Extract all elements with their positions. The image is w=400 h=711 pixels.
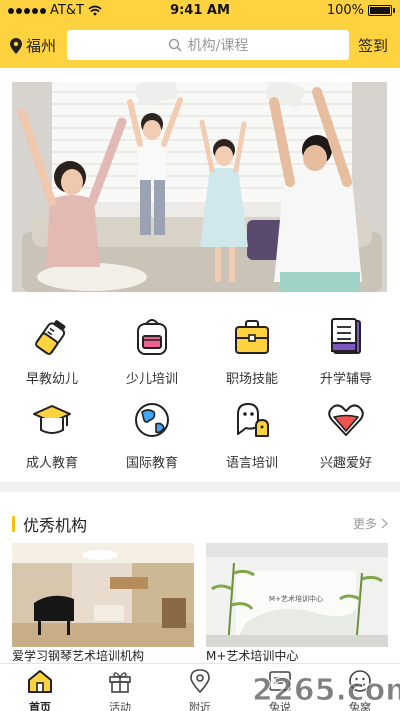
family-photo bbox=[12, 82, 387, 292]
section-divider bbox=[0, 482, 400, 492]
section-title-text: 优秀机构 bbox=[23, 516, 88, 535]
category-international-education[interactable]: 国际教育 bbox=[102, 400, 202, 471]
category-label: 国际教育 bbox=[125, 456, 178, 471]
tab-label: 附近 bbox=[189, 701, 211, 711]
city-label: 福州 bbox=[26, 37, 57, 55]
more-link[interactable]: 更多 bbox=[353, 515, 388, 532]
tab-label: 活动 bbox=[109, 701, 131, 711]
site-watermark: 2265.com bbox=[252, 673, 400, 709]
battery-percent: 100% bbox=[326, 3, 364, 18]
category-label: 早教幼儿 bbox=[25, 372, 78, 387]
location-pin-icon bbox=[10, 37, 22, 54]
tab-nearby[interactable]: 附近 bbox=[160, 668, 240, 711]
battery-icon bbox=[368, 5, 395, 16]
section-title: 优秀机构 bbox=[12, 512, 87, 536]
heart-icon bbox=[328, 404, 364, 436]
baby-bottle-icon bbox=[35, 320, 66, 355]
category-label: 职场技能 bbox=[225, 372, 278, 387]
category-language-training[interactable]: 语言培训 bbox=[202, 400, 302, 471]
institution-card[interactable]: M+艺术培训中心 M+艺术培训中心 bbox=[206, 543, 388, 663]
tab-activities[interactable]: 活动 bbox=[80, 668, 160, 711]
city-selector[interactable]: 福州 bbox=[10, 35, 56, 56]
category-label: 升学辅导 bbox=[319, 372, 372, 387]
category-adult-education[interactable]: 成人教育 bbox=[2, 400, 102, 471]
backpack-icon bbox=[137, 319, 167, 355]
category-label: 兴趣爱好 bbox=[319, 456, 372, 471]
category-exam-tutoring[interactable]: 升学辅导 bbox=[296, 316, 396, 387]
category-kids-training[interactable]: 少儿培训 bbox=[102, 316, 202, 387]
top-bar: AT&T 9:41 AM 100% 福州 机构/课程 签到 bbox=[0, 0, 400, 68]
briefcase-icon bbox=[235, 320, 269, 354]
chevron-right-icon bbox=[381, 518, 388, 529]
art-center-photo: M+艺术培训中心 bbox=[206, 543, 388, 648]
category-label: 语言培训 bbox=[225, 456, 278, 471]
more-label: 更多 bbox=[352, 517, 377, 531]
book-icon bbox=[331, 318, 361, 354]
search-placeholder: 机构/课程 bbox=[187, 38, 249, 54]
globe-icon bbox=[135, 403, 169, 437]
tab-label: 首页 bbox=[29, 701, 51, 711]
banner-image[interactable] bbox=[12, 82, 387, 292]
tab-home[interactable]: 首页 bbox=[0, 668, 80, 711]
category-career-skills[interactable]: 职场技能 bbox=[202, 316, 302, 387]
home-icon bbox=[28, 670, 52, 693]
category-early-education[interactable]: 早教幼儿 bbox=[2, 316, 102, 387]
category-hobbies[interactable]: 兴趣爱好 bbox=[296, 400, 396, 471]
app-header: 福州 机构/课程 签到 bbox=[0, 28, 400, 62]
graduation-cap-icon bbox=[33, 405, 71, 434]
institution-name: 爱学习钢琴艺术培训机构 bbox=[12, 649, 145, 663]
location-icon bbox=[190, 669, 210, 694]
status-bar: AT&T 9:41 AM 100% bbox=[0, 0, 400, 22]
gift-icon bbox=[109, 672, 131, 693]
piano-studio-photo bbox=[12, 543, 194, 647]
watermark-text: 2265.com bbox=[252, 673, 400, 708]
search-input[interactable]: 机构/课程 bbox=[67, 30, 349, 60]
category-label: 成人教育 bbox=[25, 456, 78, 471]
category-label: 少儿培训 bbox=[125, 372, 178, 387]
search-icon bbox=[168, 38, 182, 52]
institution-card[interactable]: 爱学习钢琴艺术培训机构 bbox=[12, 543, 194, 663]
institution-name: M+艺术培训中心 bbox=[206, 649, 299, 663]
signin-button[interactable]: 签到 bbox=[358, 35, 388, 56]
speech-icon bbox=[237, 403, 269, 437]
art-center-sign: M+艺术培训中心 bbox=[269, 594, 323, 603]
section-accent-bar bbox=[12, 516, 15, 532]
